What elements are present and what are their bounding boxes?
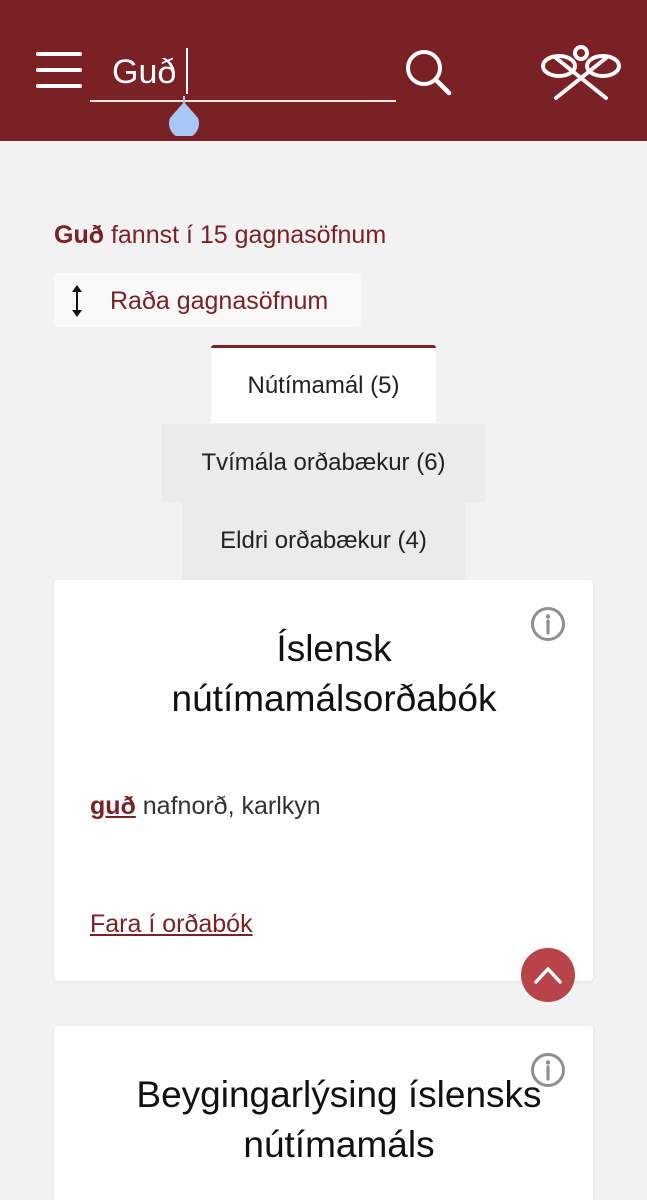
search-input[interactable] bbox=[90, 44, 396, 100]
logo-icon[interactable] bbox=[538, 44, 624, 102]
tab-eldri-ordabaekur[interactable]: Eldri orðabækur (4) bbox=[182, 502, 465, 580]
dictionary-card: Íslensk nútímamálsorðabók guð nafnorð, k… bbox=[54, 580, 593, 981]
menu-icon[interactable] bbox=[36, 52, 82, 88]
tab-nutimamal[interactable]: Nútímamál (5) bbox=[211, 345, 436, 423]
chevron-up-icon bbox=[534, 967, 562, 984]
sort-datasets-button[interactable]: Raða gagnasöfnum bbox=[54, 273, 361, 327]
entry-grammar: nafnorð, karlkyn bbox=[142, 792, 321, 820]
results-summary: Guð fannst í 15 gagnasöfnum bbox=[54, 221, 386, 250]
caret-handle-icon[interactable] bbox=[165, 96, 203, 136]
tab-tvimala-ordabaekur[interactable]: Tvímála orðabækur (6) bbox=[162, 424, 485, 502]
app-header bbox=[0, 0, 647, 141]
card-title: Beygingarlýsing íslensks nútímamáls bbox=[136, 1074, 542, 1165]
dictionary-card: Beygingarlýsing íslensks nútímamáls bbox=[54, 1026, 593, 1200]
search-field[interactable] bbox=[90, 44, 396, 102]
sort-arrows-icon bbox=[72, 285, 82, 317]
results-query: Guð bbox=[54, 221, 104, 249]
search-icon[interactable] bbox=[402, 46, 454, 98]
text-caret bbox=[186, 48, 188, 94]
entry-row: guð nafnorð, karlkyn bbox=[90, 792, 321, 821]
card-title: Íslensk nútímamálsorðabók bbox=[171, 628, 497, 719]
sort-datasets-label: Raða gagnasöfnum bbox=[110, 287, 329, 315]
scroll-to-top-button[interactable] bbox=[521, 948, 575, 1002]
results-summary-text: fannst í 15 gagnasöfnum bbox=[110, 221, 387, 249]
entry-word-link[interactable]: guð bbox=[90, 792, 136, 820]
go-to-dictionary-link[interactable]: Fara í orðabók bbox=[90, 910, 253, 939]
